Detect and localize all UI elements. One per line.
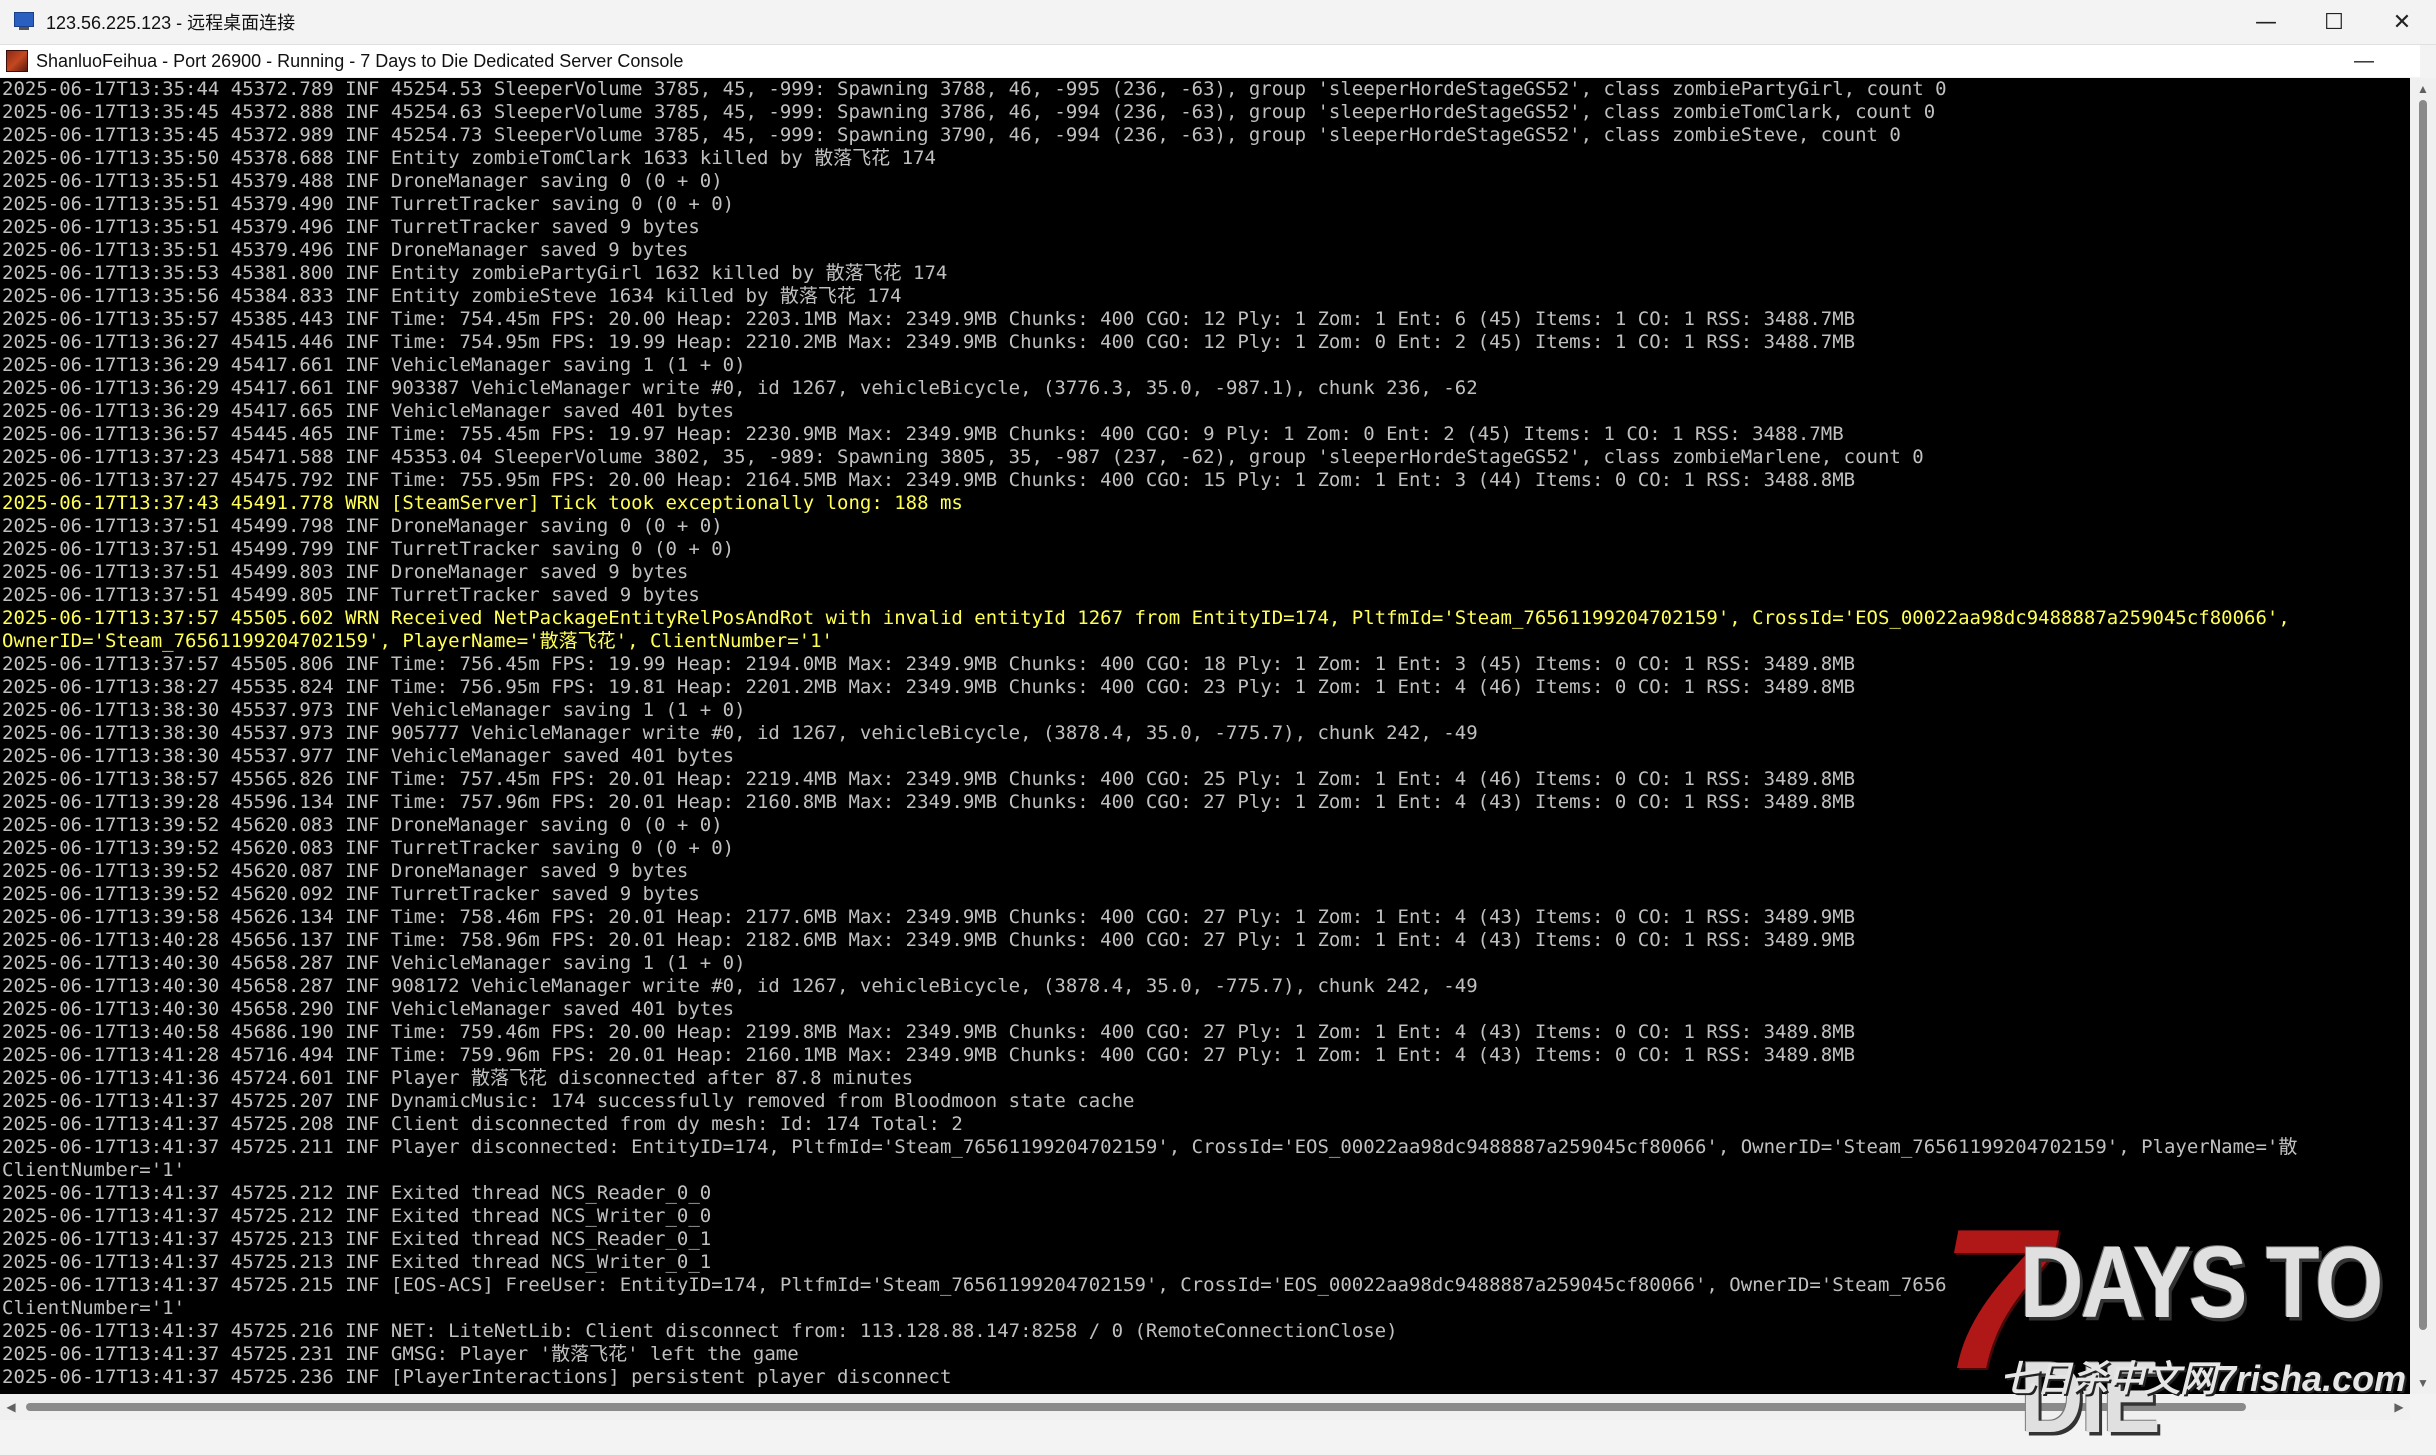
console-minimize-button[interactable]: —: [2344, 45, 2384, 77]
console-window-title: ShanluoFeihua - Port 26900 - Running - 7…: [36, 50, 684, 71]
log-line: 2025-06-17T13:37:51 45499.799 INF Turret…: [2, 538, 735, 560]
log-line: 2025-06-17T13:40:58 45686.190 INF Time: …: [2, 1021, 1856, 1043]
log-line: 2025-06-17T13:41:37 45725.207 INF Dynami…: [2, 1090, 1135, 1112]
log-line: 2025-06-17T13:40:28 45656.137 INF Time: …: [2, 929, 1856, 951]
game-server-icon: [6, 50, 28, 72]
horizontal-scroll-thumb[interactable]: [26, 1403, 2246, 1411]
log-line: 2025-06-17T13:37:43 45491.778 WRN [Steam…: [2, 492, 963, 514]
log-line: 2025-06-17T13:38:57 45565.826 INF Time: …: [2, 768, 1856, 790]
log-line: 2025-06-17T13:37:57 45505.806 INF Time: …: [2, 653, 1856, 675]
log-line: 2025-06-17T13:41:37 45725.208 INF Client…: [2, 1113, 963, 1135]
rdp-window-title: 123.56.225.123 - 远程桌面连接: [46, 13, 296, 33]
log-line: 2025-06-17T13:41:37 45725.213 INF Exited…: [2, 1251, 712, 1273]
log-line: 2025-06-17T13:35:56 45384.833 INF Entity…: [2, 285, 902, 307]
log-line: 2025-06-17T13:36:29 45417.665 INF Vehicl…: [2, 400, 735, 422]
log-line: 2025-06-17T13:36:29 45417.661 INF Vehicl…: [2, 354, 746, 376]
scroll-right-icon[interactable]: ▶: [2388, 1394, 2410, 1420]
log-line: 2025-06-17T13:40:30 45658.287 INF Vehicl…: [2, 952, 746, 974]
log-line: 2025-06-17T13:35:57 45385.443 INF Time: …: [2, 308, 1856, 330]
log-line: 2025-06-17T13:37:23 45471.588 INF 45353.…: [2, 446, 1924, 468]
log-line: 2025-06-17T13:37:27 45475.792 INF Time: …: [2, 469, 1856, 491]
log-line: 2025-06-17T13:39:52 45620.083 INF Turret…: [2, 837, 735, 859]
log-line: 2025-06-17T13:41:37 45725.213 INF Exited…: [2, 1228, 712, 1250]
log-line: 2025-06-17T13:40:30 45658.290 INF Vehicl…: [2, 998, 735, 1020]
close-button[interactable]: ✕: [2368, 0, 2436, 44]
log-line: 2025-06-17T13:35:44 45372.789 INF 45254.…: [2, 78, 1947, 100]
log-line: 2025-06-17T13:39:52 45620.087 INF DroneM…: [2, 860, 689, 882]
console-output[interactable]: 2025-06-17T13:35:44 45372.789 INF 45254.…: [0, 78, 2410, 1394]
log-line: 2025-06-17T13:41:37 45725.215 INF [EOS-A…: [2, 1274, 1947, 1296]
log-line: 2025-06-17T13:37:51 45499.798 INF DroneM…: [2, 515, 723, 537]
vertical-scrollbar[interactable]: ▲ ▼: [2410, 78, 2436, 1394]
log-line: 2025-06-17T13:35:51 45379.496 INF DroneM…: [2, 239, 689, 261]
log-line: 2025-06-17T13:40:30 45658.287 INF 908172…: [2, 975, 1478, 997]
log-line: 2025-06-17T13:41:37 45725.211 INF Player…: [2, 1136, 2298, 1158]
log-lines: 2025-06-17T13:35:44 45372.789 INF 45254.…: [0, 78, 2410, 1389]
log-line: 2025-06-17T13:35:51 45379.496 INF Turret…: [2, 216, 700, 238]
log-line: 2025-06-17T13:39:58 45626.134 INF Time: …: [2, 906, 1856, 928]
log-line: 2025-06-17T13:35:45 45372.989 INF 45254.…: [2, 124, 1901, 146]
log-line: 2025-06-17T13:41:37 45725.212 INF Exited…: [2, 1182, 712, 1204]
remote-desktop-icon: [14, 12, 36, 32]
maximize-button[interactable]: ☐: [2300, 0, 2368, 44]
log-line: 2025-06-17T13:38:30 45537.973 INF 905777…: [2, 722, 1478, 744]
horizontal-scrollbar[interactable]: ◀ ▶: [0, 1394, 2410, 1420]
log-line: 2025-06-17T13:36:29 45417.661 INF 903387…: [2, 377, 1478, 399]
log-line: ClientNumber='1': [2, 1297, 186, 1319]
log-line: 2025-06-17T13:41:37 45725.216 INF NET: L…: [2, 1320, 1398, 1342]
log-line: OwnerID='Steam_76561199204702159', Playe…: [2, 630, 833, 652]
vertical-scroll-thumb[interactable]: [2419, 100, 2427, 1330]
console-title-bar[interactable]: ShanluoFeihua - Port 26900 - Running - 7…: [0, 45, 2420, 77]
log-line: 2025-06-17T13:36:57 45445.465 INF Time: …: [2, 423, 1844, 445]
log-line: 2025-06-17T13:36:27 45415.446 INF Time: …: [2, 331, 1856, 353]
log-line: 2025-06-17T13:41:37 45725.236 INF [Playe…: [2, 1366, 952, 1388]
log-line: 2025-06-17T13:35:51 45379.488 INF DroneM…: [2, 170, 723, 192]
log-line: 2025-06-17T13:35:51 45379.490 INF Turret…: [2, 193, 735, 215]
minimize-button[interactable]: —: [2232, 0, 2300, 44]
log-line: 2025-06-17T13:37:51 45499.805 INF Turret…: [2, 584, 700, 606]
log-line: 2025-06-17T13:41:28 45716.494 INF Time: …: [2, 1044, 1856, 1066]
log-line: 2025-06-17T13:41:37 45725.231 INF GMSG: …: [2, 1343, 799, 1365]
log-line: 2025-06-17T13:41:37 45725.212 INF Exited…: [2, 1205, 712, 1227]
log-line: 2025-06-17T13:38:30 45537.977 INF Vehicl…: [2, 745, 735, 767]
log-line: 2025-06-17T13:39:52 45620.083 INF DroneM…: [2, 814, 723, 836]
rdp-title-bar[interactable]: 123.56.225.123 - 远程桌面连接 — ☐ ✕: [0, 0, 2436, 45]
log-line: 2025-06-17T13:41:36 45724.601 INF Player…: [2, 1067, 914, 1089]
scroll-left-icon[interactable]: ◀: [0, 1394, 22, 1420]
log-line: 2025-06-17T13:37:57 45505.602 WRN Receiv…: [2, 607, 2290, 629]
log-line: 2025-06-17T13:38:30 45537.973 INF Vehicl…: [2, 699, 746, 721]
log-line: 2025-06-17T13:35:50 45378.688 INF Entity…: [2, 147, 936, 169]
log-line: 2025-06-17T13:38:27 45535.824 INF Time: …: [2, 676, 1856, 698]
log-line: 2025-06-17T13:37:51 45499.803 INF DroneM…: [2, 561, 689, 583]
log-line: 2025-06-17T13:35:53 45381.800 INF Entity…: [2, 262, 948, 284]
log-line: ClientNumber='1': [2, 1159, 186, 1181]
log-line: 2025-06-17T13:39:28 45596.134 INF Time: …: [2, 791, 1856, 813]
scroll-up-icon[interactable]: ▲: [2410, 78, 2436, 100]
log-line: 2025-06-17T13:35:45 45372.888 INF 45254.…: [2, 101, 1936, 123]
scroll-down-icon[interactable]: ▼: [2410, 1372, 2436, 1394]
log-line: 2025-06-17T13:39:52 45620.092 INF Turret…: [2, 883, 700, 905]
